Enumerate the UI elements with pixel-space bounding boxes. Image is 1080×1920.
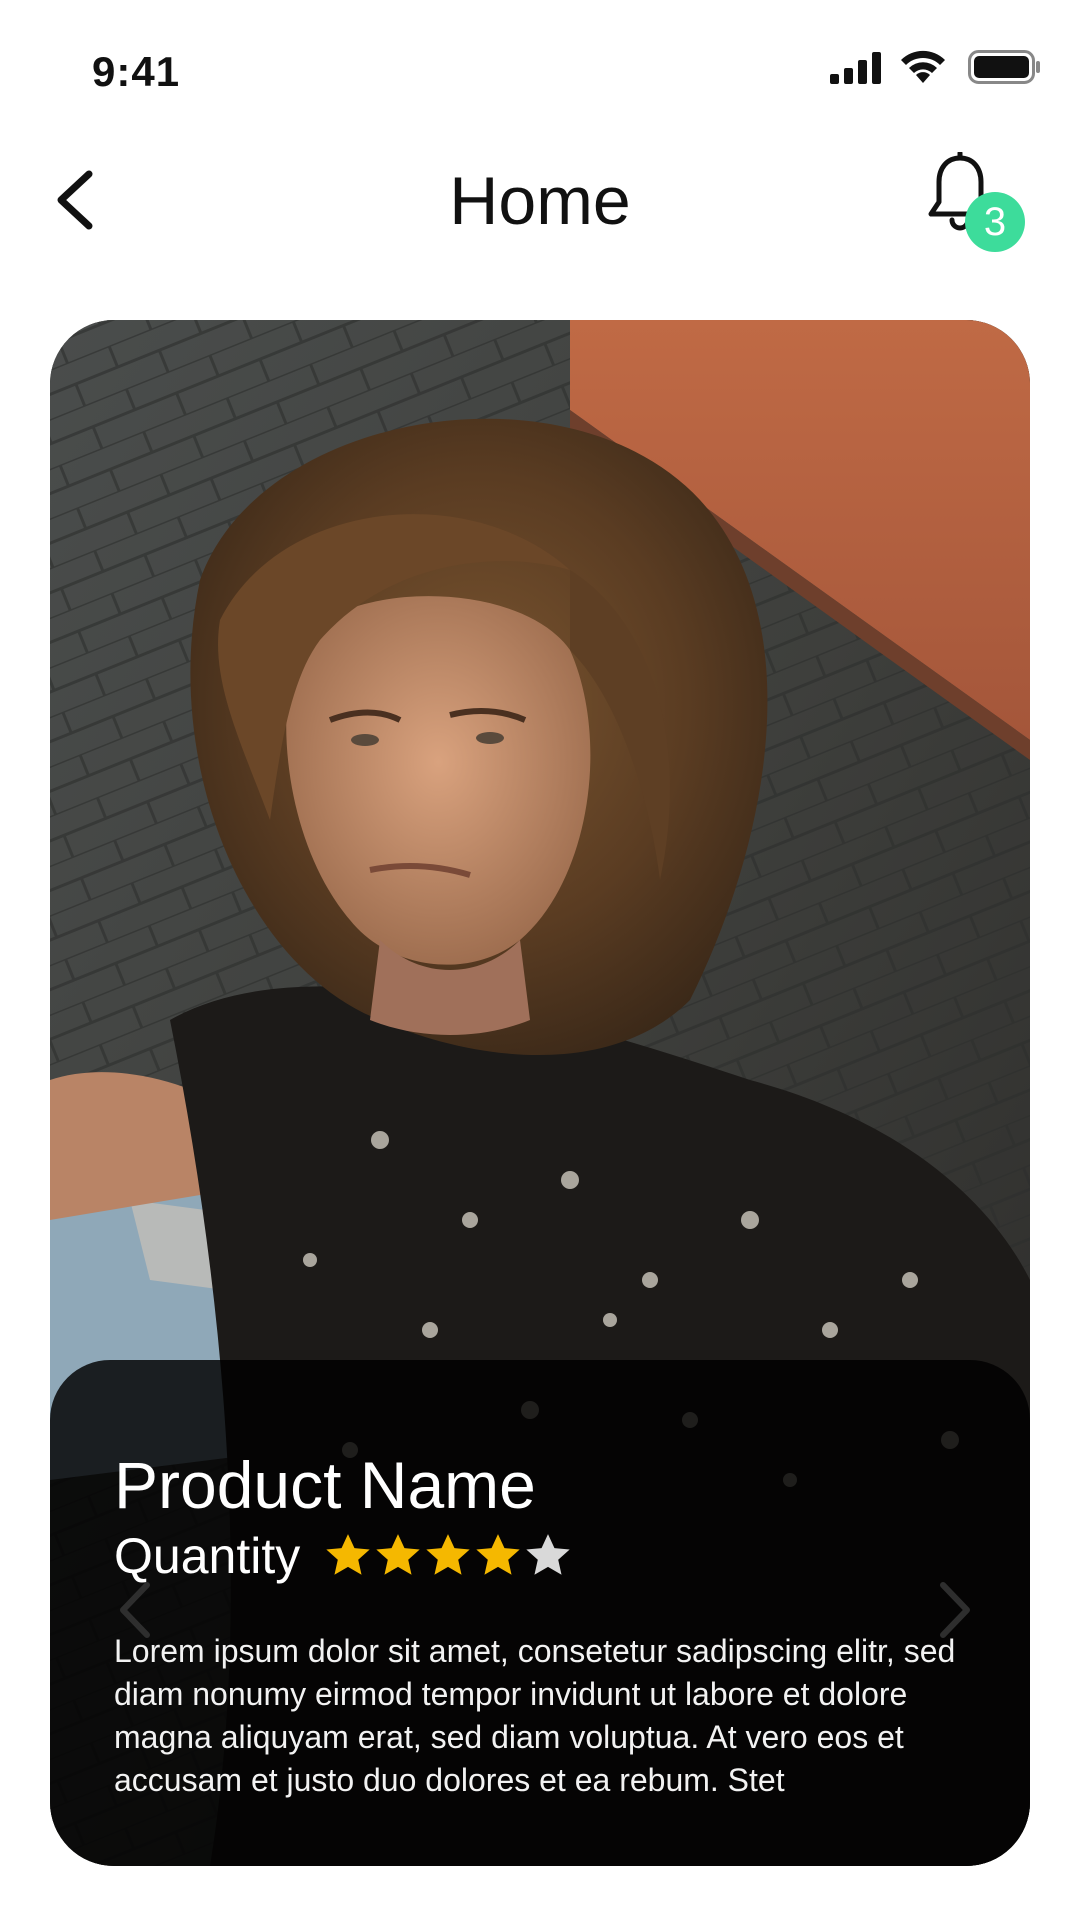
star-filled-icon	[426, 1534, 470, 1575]
status-icons	[782, 50, 1042, 84]
status-time: 9:41	[92, 48, 181, 95]
header: Home 3	[0, 140, 1080, 260]
product-name: Product Name	[114, 1448, 536, 1522]
status-bar: 9:41	[0, 0, 1080, 130]
star-filled-icon	[476, 1534, 520, 1575]
page-title: Home	[449, 163, 631, 239]
product-info-panel: Product Name Quantity Lorem ipsum dolor …	[50, 1360, 1030, 1866]
star-filled-icon	[326, 1534, 370, 1575]
battery-icon	[968, 50, 1040, 84]
product-card[interactable]: Product Name Quantity Lorem ipsum dolor …	[50, 320, 1030, 1866]
rating-stars	[322, 1531, 572, 1581]
quantity-row: Quantity	[114, 1526, 966, 1586]
notification-badge: 3	[965, 192, 1025, 252]
quantity-label: Quantity	[114, 1528, 301, 1584]
signal-icon	[830, 52, 881, 84]
wifi-icon	[901, 50, 945, 83]
star-empty-icon	[526, 1534, 570, 1575]
notifications-button[interactable]: 3	[925, 152, 1025, 252]
product-description: Lorem ipsum dolor sit amet, consetetur s…	[114, 1633, 956, 1798]
star-filled-icon	[376, 1534, 420, 1575]
